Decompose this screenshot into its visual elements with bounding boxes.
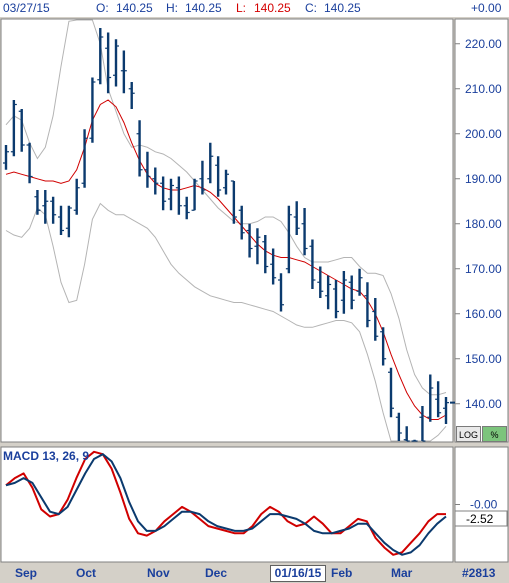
low-label: L: bbox=[236, 1, 247, 15]
chart-area[interactable]: 140.00 150.00 160.00 170.00 180.00 190.00 200.… bbox=[0, 17, 509, 563]
month-label-nov: Nov bbox=[147, 566, 170, 580]
macd-value: -2.52 bbox=[466, 512, 494, 526]
quote-date: 03/27/15 bbox=[3, 1, 50, 15]
month-label-dec: Dec bbox=[205, 566, 228, 580]
month-label-mar: Mar bbox=[391, 566, 413, 580]
open-label: O: bbox=[96, 1, 109, 15]
price-tick-label: 180.00 bbox=[465, 217, 502, 231]
price-tick-label: 190.00 bbox=[465, 172, 502, 186]
close-label: C: bbox=[305, 1, 317, 15]
high-value: 140.25 bbox=[185, 1, 222, 15]
close-value: 140.25 bbox=[324, 1, 361, 15]
macd-title: MACD 13, 26, 9 bbox=[3, 449, 89, 463]
price-tick-label: 140.00 bbox=[465, 397, 502, 411]
price-tick-label: 160.00 bbox=[465, 307, 502, 321]
quote-header: 03/27/15 O: 140.25 H: 140.25 L: 140.25 C… bbox=[0, 0, 509, 17]
month-label-oct: Oct bbox=[76, 566, 97, 580]
price-tick-label: 200.00 bbox=[465, 127, 502, 141]
price-tick-label: 210.00 bbox=[465, 82, 502, 96]
price-tick-label: 150.00 bbox=[465, 352, 502, 366]
log-scale-button[interactable]: LOG bbox=[456, 426, 481, 442]
high-label: H: bbox=[166, 1, 178, 15]
cursor-date-box: 01/16/15 bbox=[270, 565, 326, 582]
change-value: +0.00 bbox=[471, 1, 502, 15]
month-label-feb: Feb bbox=[331, 566, 353, 580]
macd-tick-label: -0.00 bbox=[470, 498, 498, 512]
low-value: 140.25 bbox=[254, 1, 291, 15]
open-value: 140.25 bbox=[116, 1, 153, 15]
month-label-sep: Sep bbox=[15, 566, 38, 580]
price-tick-label: 170.00 bbox=[465, 262, 502, 276]
price-tick-label: 220.00 bbox=[465, 37, 502, 51]
percent-scale-button[interactable]: % bbox=[482, 426, 507, 442]
symbol-id: #2813 bbox=[462, 566, 496, 580]
percent-icon: % bbox=[490, 430, 499, 440]
